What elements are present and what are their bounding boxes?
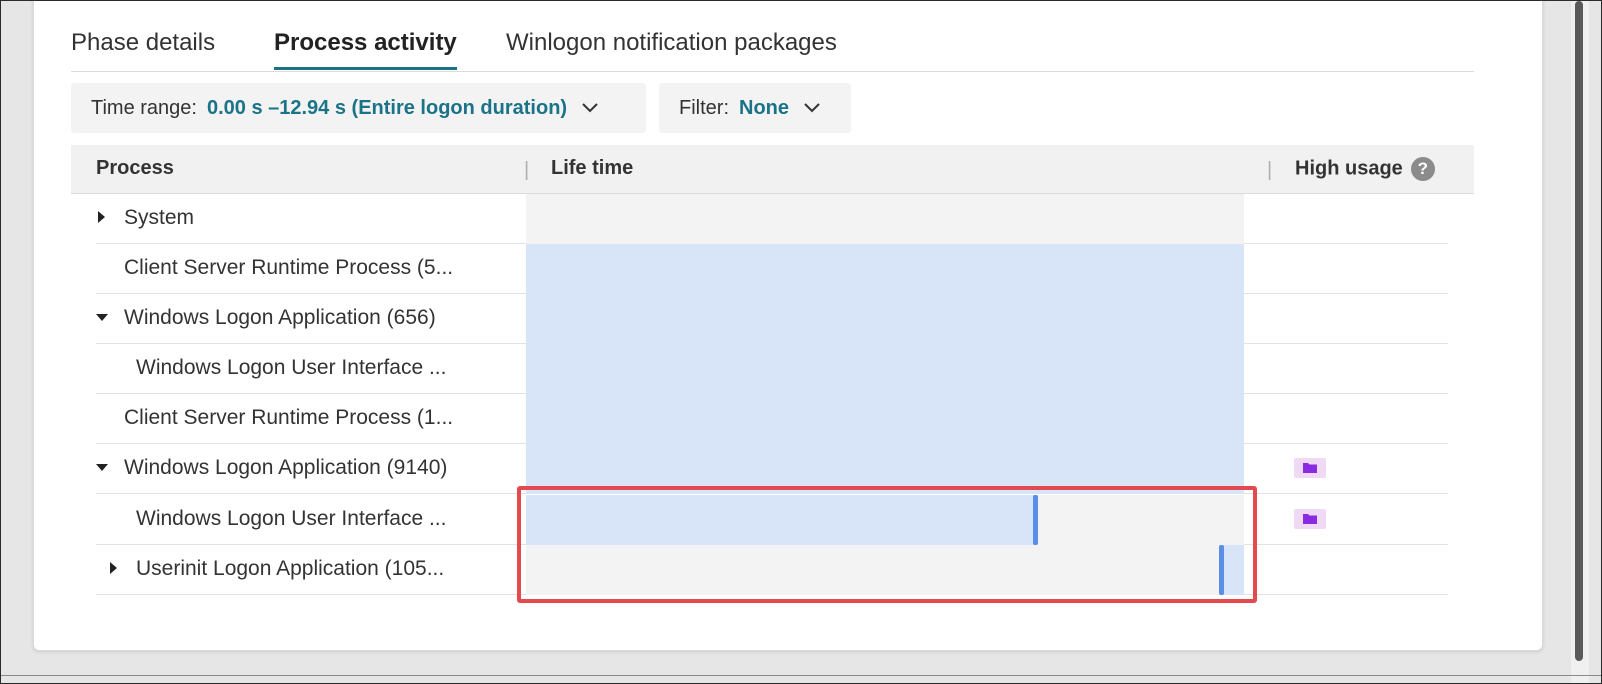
chevron-down-icon	[804, 103, 820, 113]
caret-right-icon[interactable]	[98, 211, 105, 223]
lifetime-bar[interactable]	[526, 444, 1244, 494]
lifetime-bar[interactable]	[526, 394, 1244, 444]
caret-down-icon[interactable]	[96, 464, 108, 471]
tab-bar: Phase details Process activity Winlogon …	[71, 1, 1474, 72]
process-name: System	[124, 206, 195, 229]
process-name: Windows Logon User Interface ...	[136, 356, 447, 379]
lifetime-track	[526, 194, 1244, 244]
lifetime-track	[526, 394, 1244, 444]
column-header-label: High usage	[1295, 157, 1403, 180]
tab-phase-details[interactable]: Phase details	[71, 29, 215, 57]
lifetime-track	[526, 344, 1244, 394]
tab-label: Phase details	[71, 29, 216, 56]
column-header-high-usage: High usage?	[1295, 157, 1435, 181]
table-header: Process | Life time | High usage?	[71, 145, 1474, 194]
time-range-label: Time range:	[91, 96, 197, 119]
process-name: Client Server Runtime Process (1...	[124, 406, 454, 429]
lifetime-track	[526, 244, 1244, 294]
folder-icon[interactable]	[1294, 458, 1326, 478]
lifetime-bar[interactable]	[526, 344, 1244, 394]
divider	[1, 675, 1601, 676]
lifetime-end-marker	[1032, 495, 1038, 545]
tab-process-activity[interactable]: Process activity	[274, 29, 457, 70]
time-range-value: 0.00 s –12.94 s (Entire logon duration)	[206, 96, 568, 119]
column-separator[interactable]: |	[524, 159, 529, 182]
lifetime-track	[526, 495, 1244, 545]
process-name: Client Server Runtime Process (5...	[124, 256, 454, 279]
caret-right-icon[interactable]	[110, 562, 117, 574]
lifetime-bar[interactable]	[526, 294, 1244, 344]
active-tab-indicator	[274, 67, 457, 70]
process-name: Userinit Logon Application (105...	[136, 557, 445, 580]
process-name: Windows Logon User Interface ...	[136, 507, 447, 530]
filter-dropdown[interactable]: Filter: None	[659, 83, 851, 133]
lifetime-track	[526, 444, 1244, 494]
lifetime-track	[526, 294, 1244, 344]
lifetime-bar[interactable]	[526, 244, 1244, 294]
lifetime-end-marker	[1219, 545, 1225, 595]
window-frame: Phase details Process activity Winlogon …	[0, 0, 1602, 684]
lifetime-track	[526, 545, 1244, 595]
process-name: Windows Logon Application (656)	[124, 306, 436, 329]
column-separator[interactable]: |	[1267, 159, 1272, 182]
column-header-process[interactable]: Process	[96, 157, 174, 180]
lifetime-bar[interactable]	[1222, 545, 1244, 595]
time-range-dropdown[interactable]: Time range: 0.00 s –12.94 s (Entire logo…	[71, 83, 646, 133]
tab-label: Winlogon notification packages	[506, 29, 837, 56]
caret-down-icon[interactable]	[96, 314, 108, 321]
filter-value: None	[739, 96, 789, 119]
process-name: Windows Logon Application (9140)	[124, 456, 448, 479]
column-header-lifetime[interactable]: Life time	[551, 157, 633, 180]
help-icon[interactable]: ?	[1410, 157, 1435, 181]
tab-label: Process activity	[274, 29, 457, 56]
lifetime-bar[interactable]	[526, 495, 1036, 545]
scrollbar-thumb[interactable]	[1575, 1, 1583, 661]
chevron-down-icon	[582, 103, 598, 113]
tab-winlogon-notification-packages[interactable]: Winlogon notification packages	[506, 29, 837, 57]
filter-label: Filter:	[679, 96, 729, 119]
folder-icon[interactable]	[1294, 509, 1326, 529]
